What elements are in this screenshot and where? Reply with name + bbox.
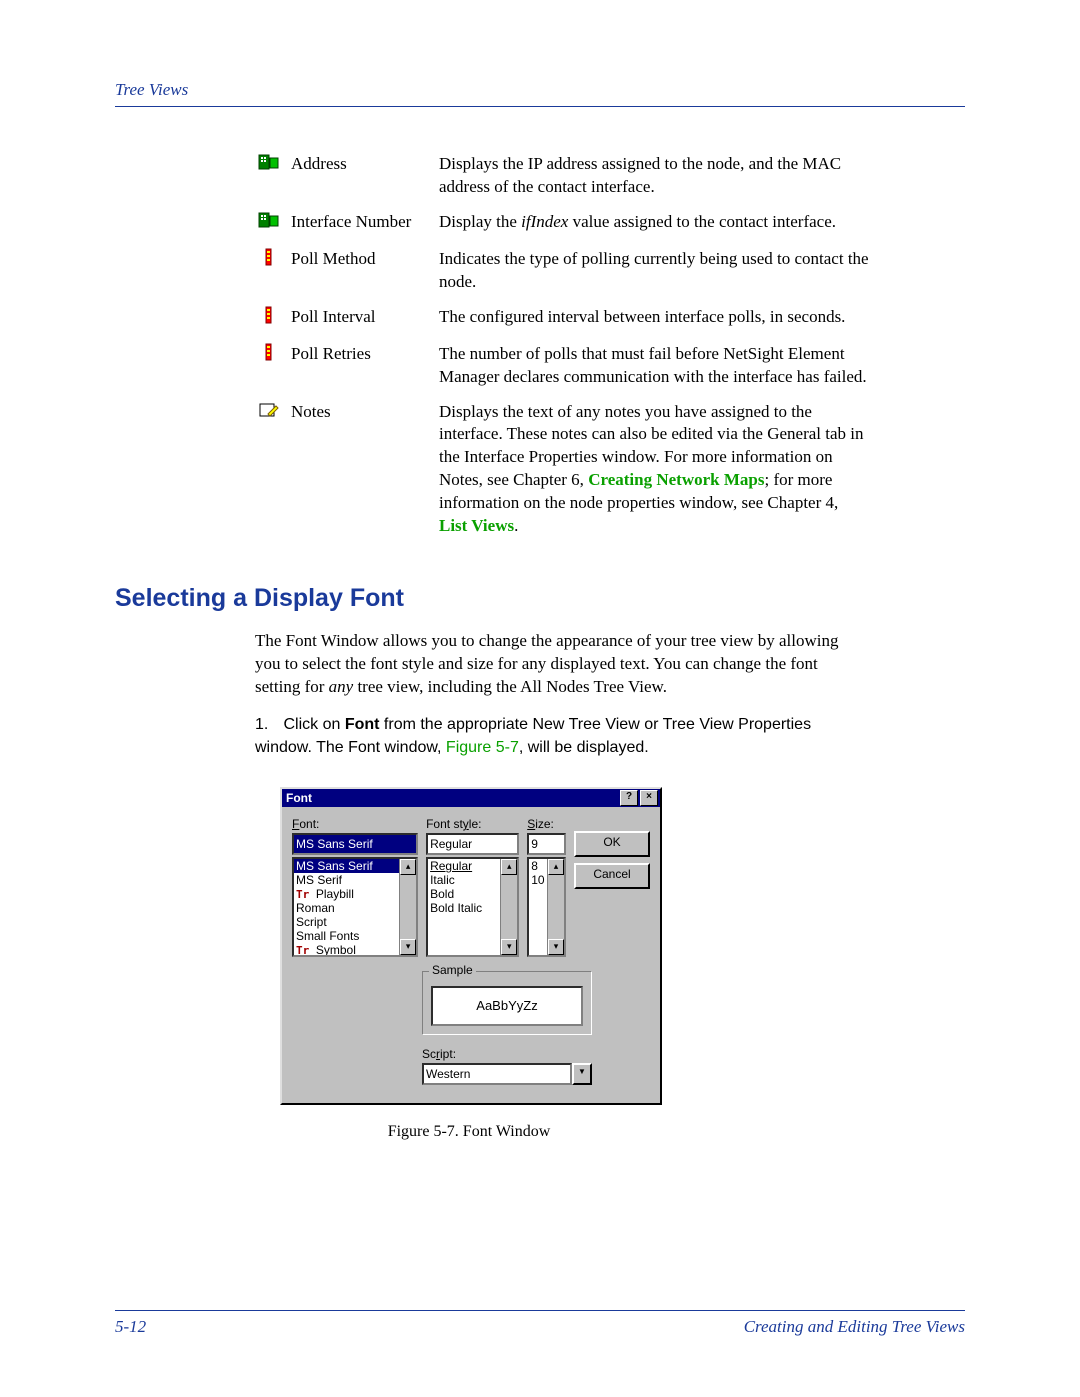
scroll-down-icon[interactable]: ▾ — [548, 939, 564, 955]
description: Displays the IP address assigned to the … — [439, 147, 877, 205]
font-listbox[interactable]: MS Sans Serif MS Serif Tr Playbill Roman… — [292, 857, 418, 957]
ok-button[interactable]: OK — [574, 831, 650, 857]
term: Address — [291, 147, 439, 205]
list-item[interactable]: Script — [294, 915, 416, 929]
list-item[interactable]: Tr Symbol — [294, 943, 416, 957]
script-select[interactable]: Western — [422, 1063, 572, 1085]
size-input[interactable]: 9 — [527, 833, 566, 855]
footer-section: Creating and Editing Tree Views — [744, 1317, 965, 1337]
description: Displays the text of any notes you have … — [439, 395, 877, 545]
cancel-button[interactable]: Cancel — [574, 863, 650, 889]
scrollbar[interactable]: ▴ ▾ — [500, 859, 517, 955]
close-button[interactable]: × — [640, 790, 658, 806]
table-row: Interface Number Display the ifIndex val… — [255, 205, 877, 242]
description: The number of polls that must fail befor… — [439, 337, 877, 395]
section-heading: Selecting a Display Font — [115, 584, 965, 613]
body-paragraph: The Font Window allows you to change the… — [255, 630, 855, 699]
dialog-titlebar[interactable]: Font ? × — [282, 789, 660, 807]
table-row: Notes Displays the text of any notes you… — [255, 395, 877, 545]
dropdown-icon[interactable]: ▼ — [572, 1063, 592, 1085]
table-row: Poll Method Indicates the type of pollin… — [255, 242, 877, 300]
font-input[interactable]: MS Sans Serif — [292, 833, 418, 855]
table-row: Poll Retries The number of polls that mu… — [255, 337, 877, 395]
step-item: 1. Click on Font from the appropriate Ne… — [255, 713, 855, 759]
description: Indicates the type of polling currently … — [439, 242, 877, 300]
definitions-table: Address Displays the IP address assigned… — [255, 147, 877, 544]
header-rule — [115, 106, 965, 107]
sample-preview: AaBbYyZz — [431, 986, 583, 1026]
link-list-views[interactable]: List Views — [439, 516, 514, 535]
figure-caption: Figure 5-7. Font Window — [280, 1123, 658, 1141]
scroll-up-icon[interactable]: ▴ — [501, 859, 517, 875]
description: Display the ifIndex value assigned to th… — [439, 205, 877, 242]
term: Interface Number — [291, 205, 439, 242]
help-button[interactable]: ? — [620, 790, 638, 806]
term: Notes — [291, 395, 439, 545]
figure-reference[interactable]: Figure 5-7 — [446, 739, 519, 756]
sample-group: Sample AaBbYyZz — [422, 971, 592, 1035]
page-header: Tree Views — [115, 80, 965, 100]
font-style-input[interactable]: Regular — [426, 833, 519, 855]
list-item[interactable]: Roman — [294, 901, 416, 915]
size-listbox[interactable]: 8 10 ▴ ▾ — [527, 857, 566, 957]
flag-icon — [258, 343, 280, 361]
dialog-title: Font — [286, 791, 312, 805]
node-icon — [258, 153, 280, 171]
scroll-up-icon[interactable]: ▴ — [548, 859, 564, 875]
font-dialog: Font ? × Font: MS Sans Serif MS Sans Ser… — [280, 787, 662, 1105]
description: The configured interval between interfac… — [439, 300, 877, 337]
term: Poll Interval — [291, 300, 439, 337]
list-item[interactable]: MS Serif — [294, 873, 416, 887]
flag-icon — [258, 248, 280, 266]
scrollbar[interactable]: ▴ ▾ — [547, 859, 564, 955]
table-row: Poll Interval The configured interval be… — [255, 300, 877, 337]
scroll-down-icon[interactable]: ▾ — [400, 939, 416, 955]
flag-icon — [258, 306, 280, 324]
term: Poll Retries — [291, 337, 439, 395]
scroll-up-icon[interactable]: ▴ — [400, 859, 416, 875]
footer-rule — [115, 1310, 965, 1311]
font-style-listbox[interactable]: Regular Italic Bold Bold Italic ▴ ▾ — [426, 857, 519, 957]
term: Poll Method — [291, 242, 439, 300]
page-footer: 5-12 Creating and Editing Tree Views — [115, 1310, 965, 1337]
list-item[interactable]: Tr Playbill — [294, 887, 416, 901]
size-label: Size: — [527, 817, 566, 831]
font-label: Font: — [292, 817, 418, 831]
sample-label: Sample — [429, 963, 476, 977]
page-number: 5-12 — [115, 1317, 146, 1337]
scroll-down-icon[interactable]: ▾ — [501, 939, 517, 955]
font-style-label: Font style: — [426, 817, 519, 831]
table-row: Address Displays the IP address assigned… — [255, 147, 877, 205]
scrollbar[interactable]: ▴ ▾ — [399, 859, 416, 955]
link-creating-network-maps[interactable]: Creating Network Maps — [588, 470, 764, 489]
node-icon — [258, 211, 280, 229]
list-item[interactable]: MS Sans Serif — [294, 859, 416, 873]
list-item[interactable]: Small Fonts — [294, 929, 416, 943]
notes-icon — [258, 401, 280, 419]
script-label: Script: — [422, 1047, 592, 1061]
